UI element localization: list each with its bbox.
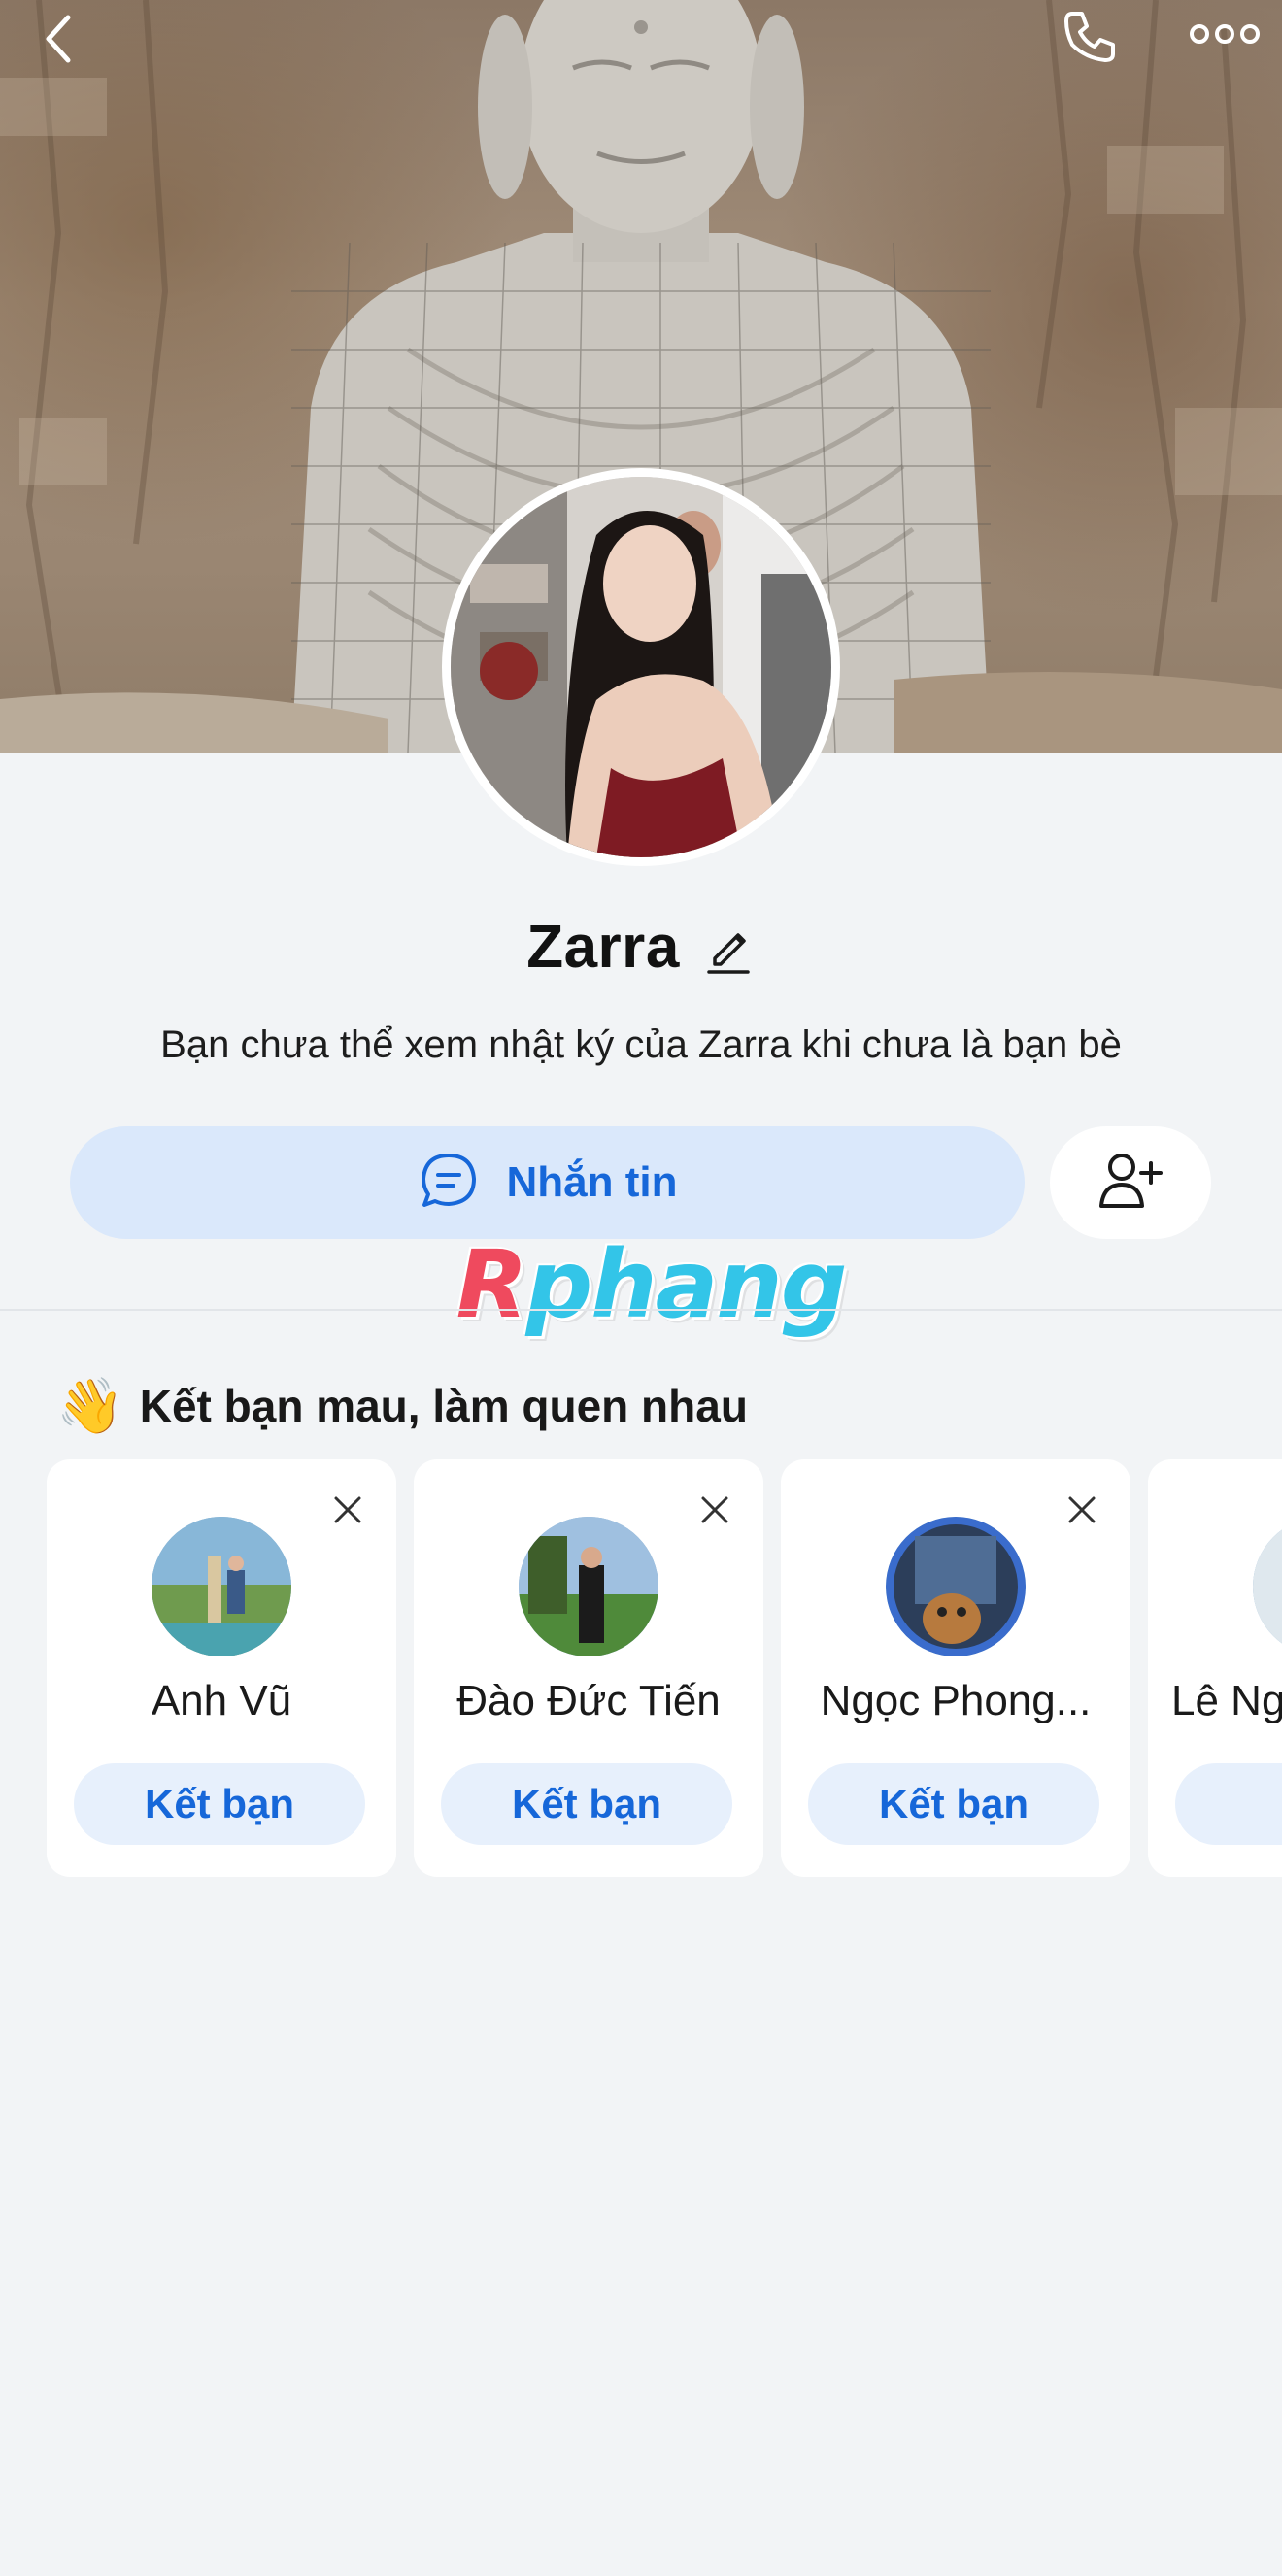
add-friend-suggestion-button[interactable]: Kết bạn <box>808 1763 1099 1845</box>
message-button-label: Nhắn tin <box>506 1158 678 1206</box>
suggestion-card[interactable]: Ngọc Phong... Kết bạn <box>781 1459 1130 1877</box>
suggestion-avatar[interactable] <box>519 1517 658 1656</box>
close-icon <box>700 1495 729 1529</box>
pencil-icon[interactable] <box>701 920 756 974</box>
suggestions-header: 👋 Kết bạn mau, làm quen nhau <box>56 1369 748 1443</box>
dismiss-suggestion-button[interactable] <box>1053 1483 1111 1541</box>
profile-page: Zarra Bạn chưa thể xem nhật ký của Zarra… <box>0 0 1282 2576</box>
message-button[interactable]: Nhắn tin <box>70 1126 1025 1239</box>
dismiss-suggestion-button[interactable] <box>686 1483 744 1541</box>
suggestion-card[interactable]: Lê Ng Kế <box>1148 1459 1282 1877</box>
watermark-logo: Rphang <box>455 1230 848 1339</box>
call-button[interactable] <box>1051 0 1129 76</box>
suggestion-card[interactable]: Đào Đức Tiến Kết bạn <box>414 1459 763 1877</box>
user-plus-icon <box>1096 1150 1164 1217</box>
add-friend-button[interactable] <box>1050 1126 1211 1239</box>
suggestion-name: Anh Vũ <box>151 1677 292 1724</box>
chat-bubble-icon <box>418 1150 480 1217</box>
more-horizontal-icon <box>1190 22 1260 46</box>
phone-icon <box>1059 6 1121 68</box>
add-friend-suggestion-button[interactable]: Kế <box>1175 1763 1282 1845</box>
suggestion-name: Lê Ng <box>1171 1677 1282 1724</box>
friendship-notice: Bạn chưa thể xem nhật ký của Zarra khi c… <box>160 1023 1122 1066</box>
more-options-button[interactable] <box>1181 0 1268 73</box>
suggestion-name: Đào Đức Tiến <box>456 1677 721 1724</box>
back-button[interactable] <box>19 0 97 78</box>
waving-hand-emoji: 👋 <box>56 1375 124 1436</box>
chevron-left-icon <box>39 10 78 68</box>
suggestions-carousel[interactable]: Anh Vũ Kết bạn Đào Đức Tiến Kết bạn Ngọc… <box>47 1459 1282 1877</box>
suggestion-avatar[interactable] <box>152 1517 291 1656</box>
close-icon <box>1067 1495 1096 1529</box>
suggestion-avatar[interactable] <box>1253 1517 1282 1656</box>
suggestions-title: Kết bạn mau, làm quen nhau <box>139 1381 748 1431</box>
suggestion-avatar[interactable] <box>886 1517 1026 1656</box>
profile-avatar[interactable] <box>442 468 840 866</box>
add-friend-suggestion-button[interactable]: Kết bạn <box>74 1763 365 1845</box>
avatar-photo <box>451 477 831 857</box>
section-divider <box>0 1309 1282 1311</box>
dismiss-suggestion-button[interactable] <box>319 1483 377 1541</box>
add-friend-suggestion-button[interactable]: Kết bạn <box>441 1763 732 1845</box>
suggestion-name: Ngọc Phong... <box>820 1677 1092 1724</box>
profile-name: Zarra <box>526 913 680 981</box>
profile-name-row: Zarra <box>0 908 1282 986</box>
suggestion-card[interactable]: Anh Vũ Kết bạn <box>47 1459 396 1877</box>
close-icon <box>333 1495 362 1529</box>
